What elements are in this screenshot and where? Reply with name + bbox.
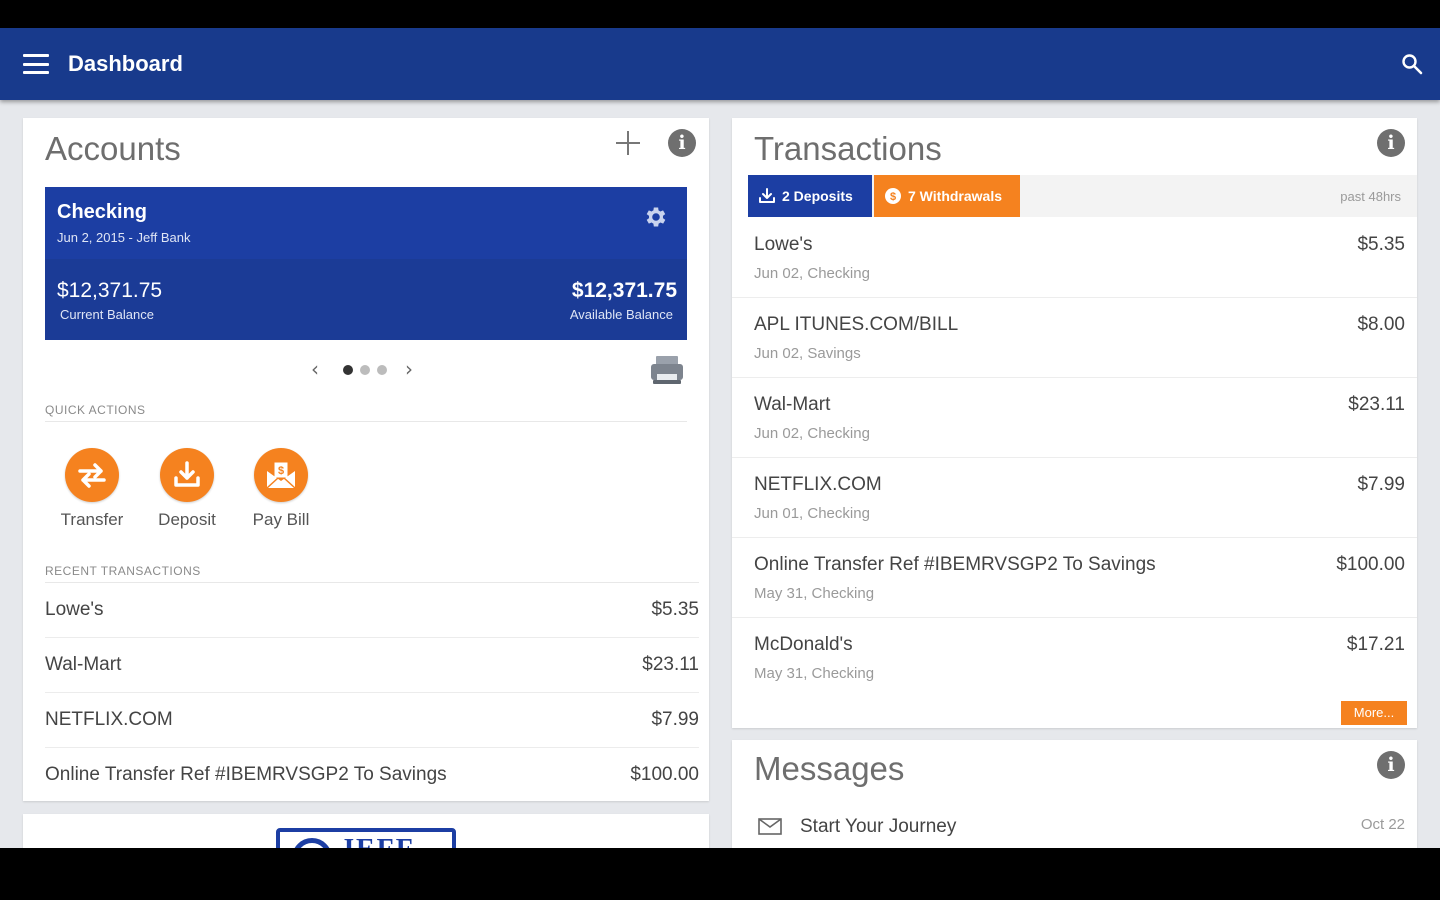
recent-transactions-label: RECENT TRANSACTIONS bbox=[45, 564, 201, 578]
account-tile[interactable]: Checking Jun 2, 2015 - Jeff Bank $12,371… bbox=[45, 187, 687, 340]
messages-card: Messages i Start Your Journey Oct 22 bbox=[732, 740, 1417, 848]
transaction-amount: $5.35 bbox=[1357, 234, 1405, 255]
transactions-card: Transactions i 2 Deposits $ 7 Withdrawal… bbox=[732, 118, 1417, 728]
accounts-info-icon[interactable]: i bbox=[668, 129, 696, 157]
available-balance-label: Available Balance bbox=[569, 307, 673, 322]
transaction-row[interactable]: Lowe's Jun 02, Checking $5.35 bbox=[732, 218, 1417, 298]
transfer-action[interactable]: Transfer bbox=[52, 448, 132, 530]
account-name: Checking bbox=[57, 201, 148, 223]
pager-dot[interactable] bbox=[343, 365, 353, 375]
withdrawals-filter-chip[interactable]: $ 7 Withdrawals bbox=[874, 175, 1020, 217]
dollar-coin-icon: $ bbox=[884, 187, 902, 205]
transaction-name: Lowe's bbox=[754, 234, 813, 255]
app-bar: Dashboard bbox=[0, 28, 1440, 100]
transaction-meta: Jun 02, Savings bbox=[754, 345, 861, 362]
printer-icon[interactable] bbox=[649, 354, 685, 386]
more-transactions-button[interactable]: More... bbox=[1341, 701, 1407, 725]
transaction-amount: $23.11 bbox=[1348, 394, 1405, 415]
menu-icon[interactable] bbox=[23, 54, 49, 74]
withdrawals-chip-label: 7 Withdrawals bbox=[908, 188, 1003, 204]
recent-name: Lowe's bbox=[45, 599, 104, 620]
chevron-left-icon[interactable]: ‹ bbox=[311, 358, 319, 380]
transaction-amount: $7.99 bbox=[1357, 474, 1405, 495]
recent-amount: $100.00 bbox=[630, 764, 699, 785]
transaction-meta: May 31, Checking bbox=[754, 585, 875, 602]
recent-amount: $7.99 bbox=[651, 709, 699, 730]
transaction-row[interactable]: McDonald's May 31, Checking $17.21 bbox=[732, 618, 1417, 698]
transaction-name: Wal-Mart bbox=[754, 394, 831, 415]
message-subject: Start Your Journey bbox=[800, 816, 957, 837]
accounts-title: Accounts bbox=[45, 130, 181, 167]
pager-dot[interactable] bbox=[377, 365, 387, 375]
pay-bill-icon: $ bbox=[254, 448, 308, 502]
transaction-meta: Jun 02, Checking bbox=[754, 265, 870, 282]
current-balance: $12,371.75 bbox=[57, 279, 163, 302]
search-icon[interactable] bbox=[1400, 52, 1424, 76]
add-account-icon[interactable] bbox=[615, 130, 641, 156]
recent-amount: $5.35 bbox=[651, 599, 699, 620]
time-window-label: past 48hrs bbox=[1340, 189, 1401, 204]
transaction-amount: $8.00 bbox=[1357, 314, 1405, 335]
transaction-filter-bar: 2 Deposits $ 7 Withdrawals past 48hrs bbox=[748, 175, 1417, 217]
transaction-row[interactable]: NETFLIX.COM Jun 01, Checking $7.99 bbox=[732, 458, 1417, 538]
deposit-icon bbox=[160, 448, 214, 502]
svg-text:$: $ bbox=[278, 465, 284, 477]
account-subtitle: Jun 2, 2015 - Jeff Bank bbox=[57, 230, 191, 245]
recent-amount: $23.11 bbox=[642, 654, 699, 675]
recent-name: NETFLIX.COM bbox=[45, 709, 173, 730]
pager-dot[interactable] bbox=[360, 365, 370, 375]
svg-text:$: $ bbox=[890, 191, 896, 203]
messages-info-icon[interactable]: i bbox=[1377, 751, 1405, 779]
status-bar bbox=[0, 0, 1440, 28]
transaction-row[interactable]: Wal-Mart Jun 02, Checking $23.11 bbox=[732, 378, 1417, 458]
transaction-name: APL ITUNES.COM/BILL bbox=[754, 314, 959, 335]
transfer-label: Transfer bbox=[60, 510, 124, 529]
dashboard-content: Accounts i Checking Jun 2, 2015 - Jeff B… bbox=[0, 100, 1440, 848]
transaction-meta: Jun 02, Checking bbox=[754, 425, 870, 442]
message-row[interactable]: Start Your Journey Oct 22 bbox=[732, 806, 1417, 846]
page-title: Dashboard bbox=[68, 51, 183, 76]
recent-row[interactable]: Online Transfer Ref #IBEMRVSGP2 To Savin… bbox=[45, 748, 699, 803]
transactions-title: Transactions bbox=[754, 130, 942, 167]
recent-row[interactable]: Wal-Mart $23.11 bbox=[45, 638, 699, 693]
deposit-action[interactable]: Deposit bbox=[147, 448, 227, 530]
message-date: Oct 22 bbox=[1360, 816, 1405, 833]
transaction-row[interactable]: APL ITUNES.COM/BILL Jun 02, Savings $8.0… bbox=[732, 298, 1417, 378]
transactions-info-icon[interactable]: i bbox=[1377, 129, 1405, 157]
recent-name: Wal-Mart bbox=[45, 654, 122, 675]
pay-bill-label: Pay Bill bbox=[252, 510, 310, 529]
bank-logo: JEFF bbox=[276, 828, 456, 848]
deposit-icon bbox=[758, 187, 776, 205]
deposits-filter-chip[interactable]: 2 Deposits bbox=[748, 175, 872, 217]
transaction-meta: May 31, Checking bbox=[754, 665, 875, 682]
logo-mark bbox=[292, 838, 332, 848]
pay-bill-action[interactable]: $ Pay Bill bbox=[241, 448, 321, 530]
quick-actions-label: QUICK ACTIONS bbox=[45, 403, 146, 417]
recent-name: Online Transfer Ref #IBEMRVSGP2 To Savin… bbox=[45, 764, 447, 785]
transaction-name: McDonald's bbox=[754, 634, 853, 655]
system-nav-bar bbox=[0, 848, 1440, 900]
deposits-chip-label: 2 Deposits bbox=[782, 188, 853, 204]
messages-title: Messages bbox=[754, 750, 905, 787]
recent-row[interactable]: NETFLIX.COM $7.99 bbox=[45, 693, 699, 748]
logo-text: JEFF bbox=[340, 834, 415, 848]
envelope-icon bbox=[758, 818, 782, 835]
bank-logo-card: JEFF bbox=[23, 814, 709, 848]
divider bbox=[45, 421, 687, 422]
recent-row[interactable]: Lowe's $5.35 bbox=[45, 583, 699, 638]
transaction-name: Online Transfer Ref #IBEMRVSGP2 To Savin… bbox=[754, 554, 1156, 575]
chevron-right-icon[interactable]: › bbox=[405, 358, 413, 380]
available-balance: $12,371.75 bbox=[571, 279, 677, 302]
current-balance-label: Current Balance bbox=[60, 307, 154, 322]
deposit-label: Deposit bbox=[158, 510, 216, 529]
transaction-row[interactable]: Online Transfer Ref #IBEMRVSGP2 To Savin… bbox=[732, 538, 1417, 618]
transaction-meta: Jun 01, Checking bbox=[754, 505, 870, 522]
account-pager: ‹ › bbox=[311, 358, 421, 380]
transaction-amount: $100.00 bbox=[1336, 554, 1405, 575]
transaction-name: NETFLIX.COM bbox=[754, 474, 882, 495]
accounts-card: Accounts i Checking Jun 2, 2015 - Jeff B… bbox=[23, 118, 709, 801]
transfer-icon bbox=[65, 448, 119, 502]
transaction-amount: $17.21 bbox=[1346, 634, 1405, 655]
gear-icon[interactable] bbox=[643, 204, 669, 230]
